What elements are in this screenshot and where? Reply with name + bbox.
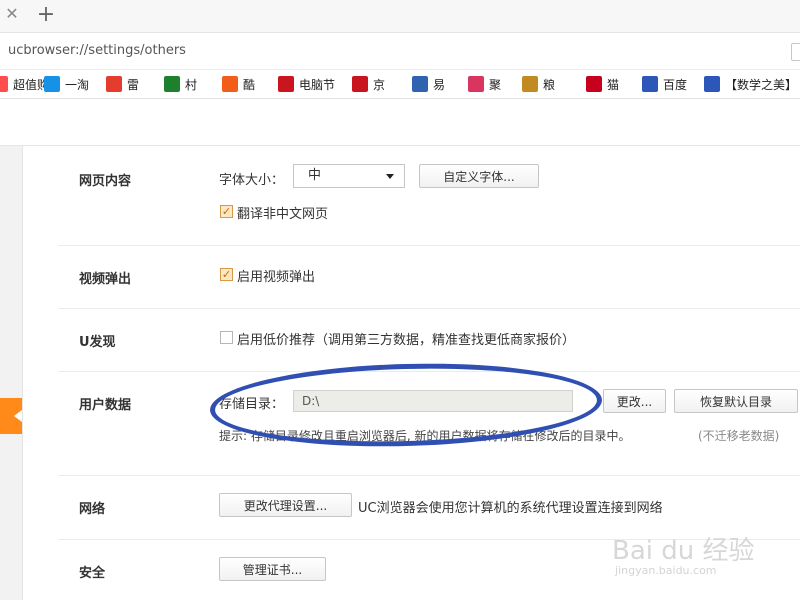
translate-checkbox[interactable]: ✓ (220, 205, 233, 218)
yi-icon (412, 76, 428, 92)
tmall-icon (586, 76, 602, 92)
chevron-down-icon (386, 174, 394, 179)
grain-icon (522, 76, 538, 92)
change-directory-button[interactable]: 更改... (603, 389, 666, 413)
section-title-u-discover: U发现 (79, 335, 116, 350)
taobao-icon (44, 76, 60, 92)
bookmark-item[interactable]: 雷 (106, 76, 139, 92)
bookmark-item[interactable]: 电脑节 (278, 76, 335, 92)
cool-icon (222, 76, 238, 92)
toolbar-spacer (0, 99, 800, 146)
section-title-user-data: 用户数据 (79, 398, 132, 413)
url-text[interactable]: ucbrowser://settings/others (8, 43, 186, 58)
bookmark-item[interactable]: 百度 (642, 76, 687, 92)
bookmark-label: 一淘 (65, 77, 90, 92)
bookmark-item[interactable]: 聚 (468, 76, 501, 92)
section-video-popup: 视频弹出 ✓ 启用视频弹出 (58, 246, 800, 309)
bookmark-label: 村 (185, 77, 198, 92)
proxy-settings-button[interactable]: 更改代理设置... (219, 493, 352, 517)
manage-certificates-button[interactable]: 管理证书... (219, 557, 326, 581)
video-popup-checkbox[interactable]: ✓ (220, 268, 233, 281)
section-title-web-content: 网页内容 (79, 174, 132, 189)
thunder-icon (106, 76, 122, 92)
custom-font-button[interactable]: 自定义字体... (419, 164, 539, 188)
bookmark-label: 百度 (663, 77, 688, 92)
section-title-security: 安全 (79, 566, 106, 581)
bookmark-item[interactable]: 易 (412, 76, 445, 92)
close-icon[interactable]: ✕ (4, 6, 20, 22)
font-size-label: 字体大小： (219, 173, 285, 188)
plus-icon[interactable]: + (36, 3, 56, 27)
bookmark-label: 雷 (127, 77, 140, 92)
tab-bar: ✕ + (0, 0, 800, 33)
baidu-paw-icon (704, 76, 720, 92)
bookmark-label: 易 (433, 77, 446, 92)
bookmark-item[interactable]: 猫 (586, 76, 619, 92)
bookmark-item[interactable]: 京 (352, 76, 385, 92)
bookmark-label: 粮 (543, 77, 556, 92)
font-size-select[interactable]: 中 (293, 164, 405, 188)
address-bar-edge (791, 43, 800, 61)
storage-hint-extra: (不迁移老数据) (698, 429, 780, 443)
village-icon (164, 76, 180, 92)
restore-default-directory-button[interactable]: 恢复默认目录 (674, 389, 798, 413)
section-u-discover: U发现 启用低价推荐（调用第三方数据，精准查找更低商家报价） (58, 309, 800, 372)
bookmark-item[interactable]: 粮 (522, 76, 555, 92)
baidu-paw-icon (642, 76, 658, 92)
bookmark-item[interactable]: 村 (164, 76, 197, 92)
shopping-icon (0, 76, 8, 92)
bookmark-label: 聚 (489, 77, 502, 92)
low-price-checkbox[interactable] (220, 331, 233, 344)
bookmarks-bar: 超值购 一淘 雷 村 酷 电脑节 京 易 聚 粮 猫 百度 【数学之美】 (0, 70, 800, 99)
video-popup-label: 启用视频弹出 (237, 270, 316, 285)
section-title-network: 网络 (79, 502, 106, 517)
jd-icon (278, 76, 294, 92)
bookmark-item[interactable]: 一淘 (44, 76, 89, 92)
bookmark-label: 酷 (243, 77, 256, 92)
left-rail (0, 146, 23, 600)
bookmark-label: 京 (373, 77, 386, 92)
section-web-content: 网页内容 字体大小： 中 自定义字体... ✓ 翻译非中文网页 (58, 146, 800, 246)
section-title-video-popup: 视频弹出 (79, 272, 132, 287)
watermark-logo: Bai du 经验 (612, 536, 755, 566)
bookmark-label: 【数学之美】 (725, 77, 798, 92)
low-price-label: 启用低价推荐（调用第三方数据，精准查找更低商家报价） (237, 333, 576, 348)
jd-icon (352, 76, 368, 92)
network-description: UC浏览器会使用您计算机的系统代理设置连接到网络 (358, 501, 663, 516)
watermark-url: jingyan.baidu.com (615, 564, 717, 577)
bookmark-item[interactable]: 【数学之美】 (704, 76, 797, 92)
bookmark-label: 电脑节 (299, 77, 336, 92)
font-size-value: 中 (308, 168, 322, 183)
bookmark-item[interactable]: 酷 (222, 76, 255, 92)
address-bar[interactable]: ucbrowser://settings/others (0, 33, 800, 70)
ju-icon (468, 76, 484, 92)
bookmark-item[interactable]: 超值购 (0, 76, 49, 92)
translate-label: 翻译非中文网页 (237, 207, 329, 222)
bookmark-label: 猫 (607, 77, 620, 92)
collapse-arrow-icon[interactable] (0, 398, 22, 434)
